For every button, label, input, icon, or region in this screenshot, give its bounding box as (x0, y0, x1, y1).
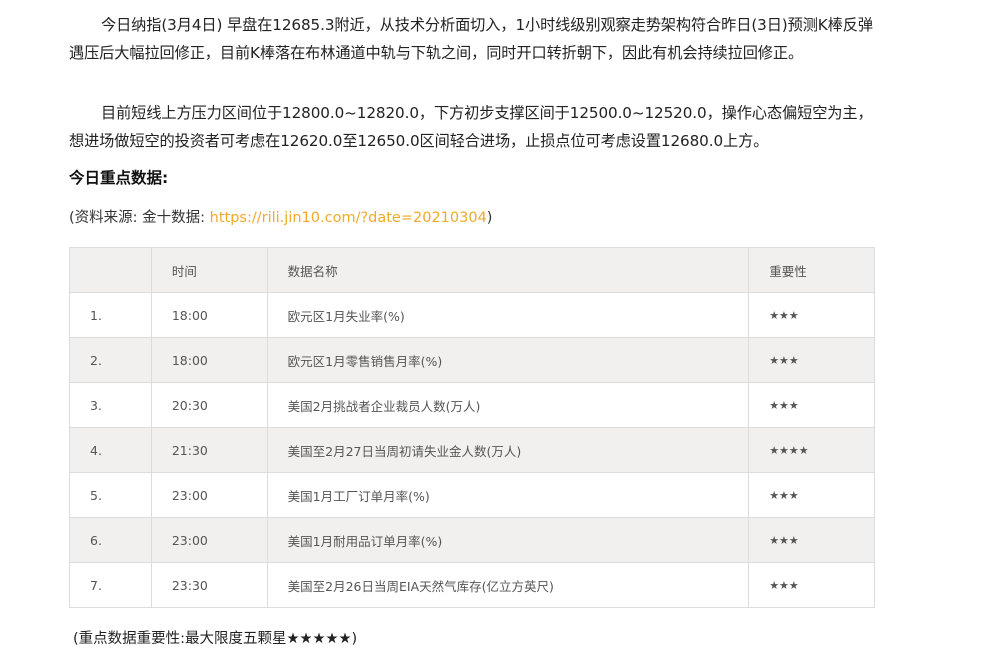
header-time: 时间 (150, 247, 268, 293)
row-importance-stars: ★★★ (748, 472, 875, 518)
row-index: 7. (69, 562, 152, 608)
row-time: 23:30 (150, 562, 268, 608)
table-row: 3. 20:30 美国2月挑战者企业裁员人数(万人) ★★★ (69, 382, 875, 428)
analysis-paragraph-1: 今日纳指(3月4日) 早盘在12685.3附近，从技术分析面切入，1小时线级别观… (69, 16, 873, 62)
row-importance-stars: ★★★★ (748, 427, 875, 473)
row-importance-stars: ★★★ (748, 517, 875, 563)
row-importance-stars: ★★★ (748, 292, 875, 338)
row-index: 5. (69, 472, 152, 518)
row-data-name: 美国1月耐用品订单月率(%) (266, 517, 750, 563)
header-data-name: 数据名称 (266, 247, 750, 293)
key-data-table: 时间 数据名称 重要性 1. 18:00 欧元区1月失业率(%) ★★★ 2. … (69, 247, 875, 608)
row-importance-stars: ★★★ (748, 382, 875, 428)
row-importance-stars: ★★★ (748, 562, 875, 608)
table-row: 7. 23:30 美国至2月26日当周EIA天然气库存(亿立方英尺) ★★★ (69, 562, 875, 608)
row-time: 18:00 (150, 337, 268, 383)
header-importance: 重要性 (748, 247, 875, 293)
row-importance-stars: ★★★ (748, 337, 875, 383)
analysis-paragraph-2: 目前短线上方压力区间位于12800.0~12820.0，下方初步支撑区间于125… (69, 104, 873, 150)
table-row: 4. 21:30 美国至2月27日当周初请失业金人数(万人) ★★★★ (69, 427, 875, 473)
row-data-name: 美国2月挑战者企业裁员人数(万人) (266, 382, 750, 428)
source-link[interactable]: https://rili.jin10.com/?date=20210304 (210, 210, 487, 226)
importance-note: (重点数据重要性:最大限度五颗星★★★★★) (73, 631, 358, 647)
row-data-name: 欧元区1月失业率(%) (266, 292, 750, 338)
row-time: 23:00 (150, 472, 268, 518)
row-data-name: 欧元区1月零售销售月率(%) (266, 337, 750, 383)
table-row: 6. 23:00 美国1月耐用品订单月率(%) ★★★ (69, 517, 875, 563)
row-time: 21:30 (150, 427, 268, 473)
row-index: 2. (69, 337, 152, 383)
row-index: 6. (69, 517, 152, 563)
row-time: 18:00 (150, 292, 268, 338)
table-row: 5. 23:00 美国1月工厂订单月率(%) ★★★ (69, 472, 875, 518)
table-row: 2. 18:00 欧元区1月零售销售月率(%) ★★★ (69, 337, 875, 383)
row-index: 4. (69, 427, 152, 473)
table-header-row: 时间 数据名称 重要性 (69, 247, 875, 293)
row-data-name: 美国1月工厂订单月率(%) (266, 472, 750, 518)
table-row: 1. 18:00 欧元区1月失业率(%) ★★★ (69, 292, 875, 338)
row-data-name: 美国至2月27日当周初请失业金人数(万人) (266, 427, 750, 473)
key-data-heading: 今日重点数据: (69, 169, 169, 187)
row-index: 3. (69, 382, 152, 428)
source-prefix: (资料来源: 金十数据: (69, 210, 210, 226)
data-source-line: (资料来源: 金十数据: https://rili.jin10.com/?dat… (69, 206, 492, 230)
row-data-name: 美国至2月26日当周EIA天然气库存(亿立方英尺) (266, 562, 750, 608)
row-index: 1. (69, 292, 152, 338)
header-index (69, 247, 152, 293)
row-time: 20:30 (150, 382, 268, 428)
source-suffix: ) (486, 210, 493, 226)
row-time: 23:00 (150, 517, 268, 563)
